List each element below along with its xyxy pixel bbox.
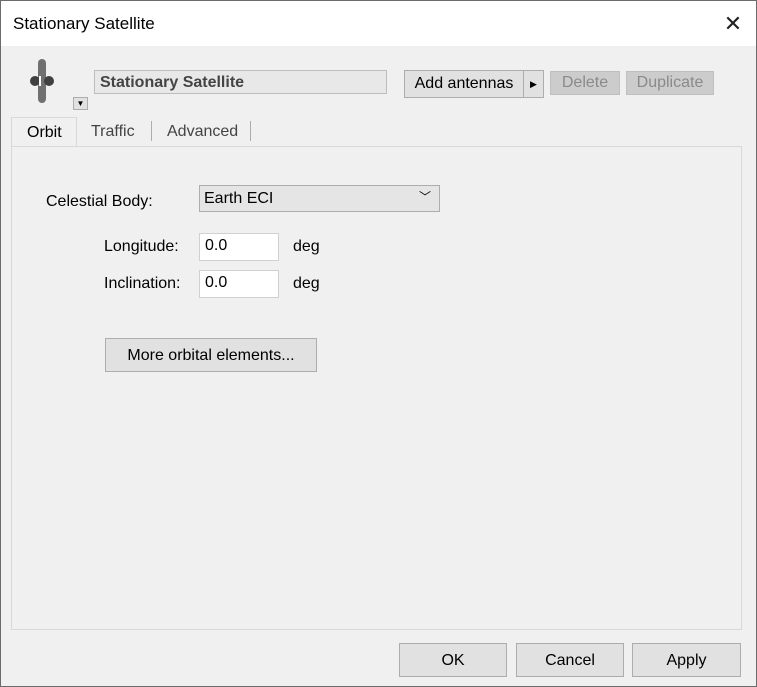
duplicate-button[interactable]: Duplicate <box>626 71 714 95</box>
title-bar: Stationary Satellite ✕ <box>1 1 756 46</box>
cancel-button[interactable]: Cancel <box>516 643 624 677</box>
orbit-panel <box>11 146 742 630</box>
tab-advanced[interactable]: Advanced <box>167 117 238 146</box>
celestial-body-label: Celestial Body: <box>46 193 153 210</box>
celestial-body-value: Earth ECI <box>204 190 274 207</box>
tab-traffic[interactable]: Traffic <box>91 117 135 146</box>
delete-button[interactable]: Delete <box>550 71 620 95</box>
inclination-label: Inclination: <box>104 275 181 292</box>
close-icon[interactable]: ✕ <box>710 1 756 46</box>
icon-dropdown-button[interactable]: ▼ <box>73 97 88 110</box>
inclination-unit: deg <box>293 275 320 292</box>
longitude-label: Longitude: <box>104 238 179 255</box>
window-title: Stationary Satellite <box>13 14 155 33</box>
inclination-input[interactable]: 0.0 <box>199 270 279 298</box>
celestial-body-select[interactable]: Earth ECI ﹀ <box>199 185 440 212</box>
chevron-down-icon: ﹀ <box>418 190 431 204</box>
add-antennas-arrow-button[interactable]: ▶ <box>523 70 544 98</box>
satellite-icon <box>30 59 54 103</box>
ok-button[interactable]: OK <box>399 643 507 677</box>
add-antennas-button[interactable]: Add antennas <box>404 70 524 98</box>
tab-separator <box>250 121 251 141</box>
tab-separator <box>151 121 152 141</box>
more-orbital-elements-button[interactable]: More orbital elements... <box>105 338 317 372</box>
longitude-unit: deg <box>293 238 320 255</box>
longitude-input[interactable]: 0.0 <box>199 233 279 261</box>
tab-orbit[interactable]: Orbit <box>11 117 77 147</box>
apply-button[interactable]: Apply <box>632 643 741 677</box>
satellite-name-field[interactable]: Stationary Satellite <box>94 70 387 94</box>
